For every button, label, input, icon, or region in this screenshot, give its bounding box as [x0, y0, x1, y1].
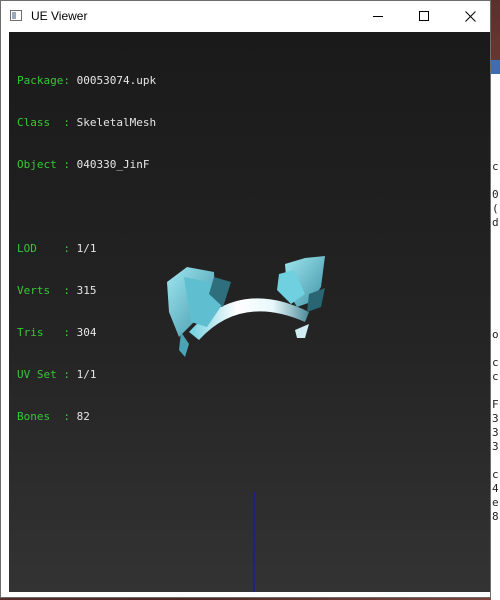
left-ear-tip	[179, 332, 189, 357]
minimize-button[interactable]	[355, 1, 401, 31]
window-title: UE Viewer	[31, 9, 88, 23]
minimize-icon	[373, 16, 383, 17]
close-icon	[464, 10, 476, 22]
app-window-icon	[10, 10, 22, 21]
title-bar[interactable]: UE Viewer	[1, 1, 490, 31]
right-ear-tip	[295, 324, 309, 338]
skeletal-mesh-render	[167, 256, 325, 592]
console-header	[491, 74, 500, 134]
console-text: c 0 ( d o c c F 3 3 3 c 4 e 8	[492, 160, 499, 523]
maximize-button[interactable]	[401, 1, 447, 31]
3d-viewport[interactable]: Package: 00053074.upk Class : SkeletalMe…	[9, 32, 490, 592]
ue-viewer-window[interactable]: UE Viewer Package: 00053074.upk Class : …	[0, 0, 491, 598]
maximize-icon	[419, 11, 429, 21]
close-button[interactable]	[447, 1, 493, 31]
console-titlebar	[491, 60, 500, 74]
background-console-window[interactable]: c 0 ( d o c c F 3 3 3 c 4 e 8	[491, 60, 500, 600]
